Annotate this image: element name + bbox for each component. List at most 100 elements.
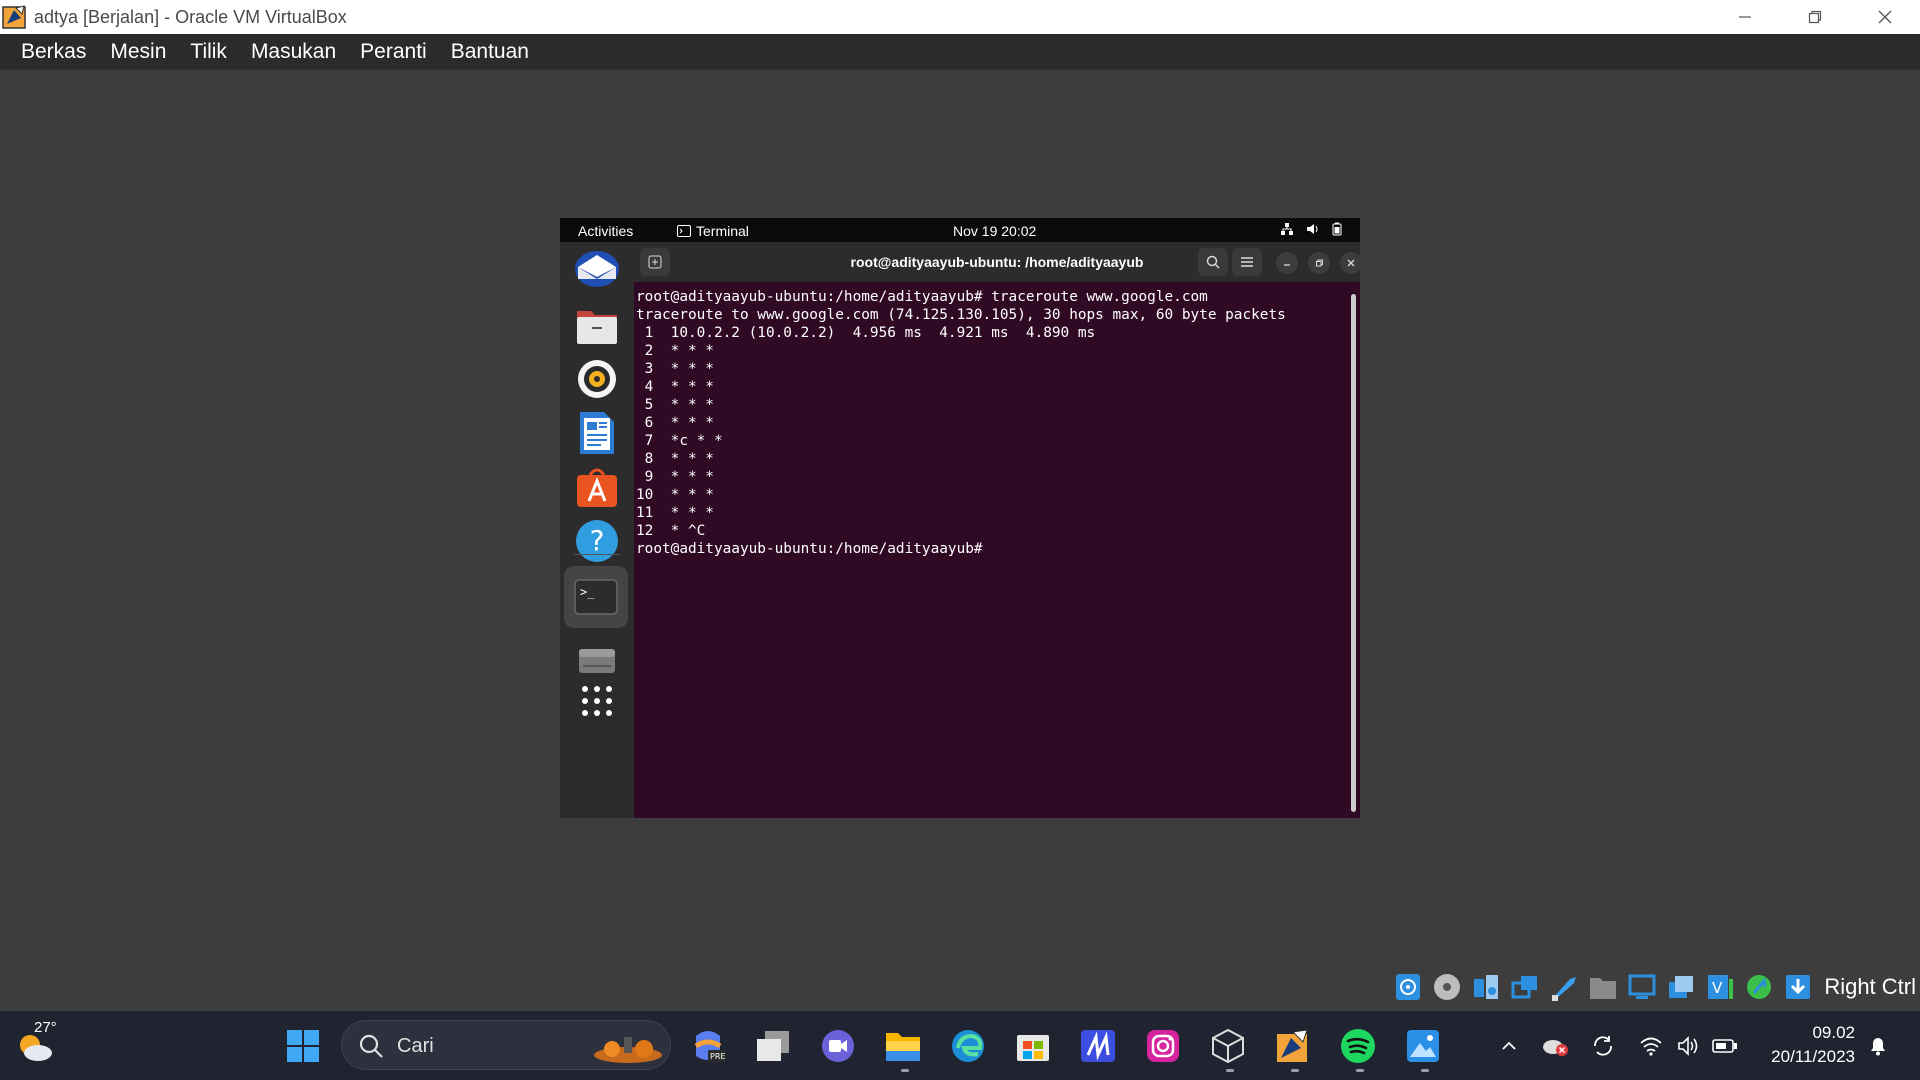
gnome-clock[interactable]: Nov 19 20:02 [953, 223, 1036, 239]
menu-bantuan[interactable]: Bantuan [439, 40, 541, 64]
start-button[interactable] [286, 1029, 320, 1063]
vm-display[interactable]: Activities Terminal Nov 19 20:02 ? >_ ro… [560, 218, 1360, 818]
recording-status[interactable] [1664, 972, 1697, 1002]
network-status[interactable] [1508, 972, 1541, 1002]
terminal-line: 8 * * * [636, 451, 714, 467]
mouse-integration-status[interactable] [1742, 972, 1775, 1002]
files-launcher[interactable] [570, 298, 624, 352]
show-hidden-icons-button[interactable] [1495, 1032, 1523, 1060]
onedrive-tray[interactable] [1541, 1032, 1569, 1060]
terminal-line: 5 * * * [636, 397, 714, 413]
search-highlight-image-icon [594, 1037, 662, 1063]
copilot-app[interactable]: PRE [687, 1025, 729, 1067]
window-controls [1710, 0, 1920, 34]
windows-logo-icon [287, 1030, 319, 1062]
microsoft-store-app[interactable] [1012, 1025, 1054, 1067]
terminal-line: traceroute to www.google.com (74.125.130… [636, 307, 1286, 323]
cube-icon [1212, 1028, 1244, 1064]
restore-button[interactable] [1780, 0, 1850, 34]
audio-icon [1473, 975, 1498, 999]
file-explorer-icon [886, 1033, 920, 1061]
download-arrow-icon [1785, 975, 1810, 999]
taskbar-clock[interactable]: 09.02 20/11/2023 [1755, 1021, 1855, 1069]
terminal-line: 9 * * * [636, 469, 714, 485]
optical-drive-status[interactable] [1430, 972, 1463, 1002]
terminal-scrollbar[interactable] [1351, 294, 1356, 812]
menu-masukan[interactable]: Masukan [239, 40, 348, 64]
menu-berkas[interactable]: Berkas [9, 40, 98, 64]
terminal-close-button[interactable] [1340, 252, 1360, 274]
volume-icon [1307, 224, 1318, 234]
bell-icon [1871, 1038, 1885, 1056]
hamburger-menu-button[interactable] [1232, 248, 1262, 276]
spotify-app[interactable] [1337, 1025, 1379, 1067]
virtualbox-taskbar-app[interactable] [1272, 1025, 1314, 1067]
search-placeholder: Cari [397, 1035, 434, 1057]
virtualbox-icon [1277, 1029, 1308, 1062]
system-menu[interactable] [1280, 222, 1342, 236]
terminal-launcher[interactable]: >_ [564, 566, 628, 628]
hard-disk-status[interactable] [1391, 972, 1424, 1002]
restore-icon [1808, 10, 1822, 24]
menu-mesin[interactable]: Mesin [98, 40, 178, 64]
spotify-icon [1341, 1029, 1375, 1063]
edge-icon [952, 1030, 984, 1062]
3d-app[interactable] [1207, 1025, 1249, 1067]
menu-tilik[interactable]: Tilik [178, 40, 239, 64]
rhythmbox-launcher[interactable] [570, 352, 624, 406]
edge-app[interactable] [947, 1025, 989, 1067]
cloud-error-icon [1543, 1040, 1568, 1056]
close-icon [1347, 259, 1355, 267]
shared-folder-status[interactable] [1586, 972, 1619, 1002]
terminal-line: root@adityaayub-ubuntu:/home/adityaayub#… [636, 289, 1208, 305]
terminal-minimize-button[interactable] [1276, 252, 1298, 274]
windows-capture-icon [1668, 976, 1693, 998]
files-icon [577, 311, 617, 344]
windows-taskbar: 27° Cari PRE 09.02 20/11/2023 [0, 1011, 1920, 1080]
window-title: adtya [Berjalan] - Oracle VM VirtualBox [34, 6, 347, 27]
battery-tray[interactable] [1711, 1032, 1739, 1060]
file-explorer-app[interactable] [882, 1025, 924, 1067]
help-launcher[interactable]: ? [570, 514, 624, 568]
show-apps-button[interactable] [570, 674, 624, 728]
thunderbird-icon [575, 251, 619, 287]
photos-app[interactable] [1402, 1025, 1444, 1067]
app-menu[interactable]: Terminal [677, 223, 749, 239]
terminal-prompt: root@adityaayub-ubuntu:/home/adityaayub# [636, 541, 992, 557]
teams-app[interactable] [817, 1025, 859, 1067]
writer-launcher[interactable] [570, 406, 624, 460]
software-launcher[interactable] [570, 460, 624, 514]
terminal-maximize-button[interactable] [1308, 252, 1330, 274]
terminal-line: 11 * * * [636, 505, 714, 521]
sync-tray[interactable] [1589, 1032, 1617, 1060]
menu-peranti[interactable]: Peranti [348, 40, 439, 64]
search-icon [359, 1034, 383, 1058]
copilot-icon: PRE [694, 1031, 726, 1062]
taskbar-search-box[interactable]: Cari [341, 1020, 671, 1070]
wifi-tray[interactable] [1637, 1032, 1665, 1060]
terminal-line: 3 * * * [636, 361, 714, 377]
usb-icon [1551, 977, 1576, 1001]
task-view-icon [757, 1031, 789, 1061]
keyboard-capture-status[interactable] [1781, 972, 1814, 1002]
terminal-small-icon [677, 225, 691, 237]
virtualization-status[interactable]: V [1703, 972, 1736, 1002]
terminal-line: 7 *c * * [636, 433, 723, 449]
task-view-button[interactable] [752, 1025, 794, 1067]
hamburger-icon [1241, 257, 1253, 267]
audio-status[interactable] [1469, 972, 1502, 1002]
volume-tray[interactable] [1675, 1032, 1703, 1060]
terminal-output[interactable]: root@adityaayub-ubuntu:/home/adityaayub#… [636, 288, 1346, 813]
close-button[interactable] [1850, 0, 1920, 34]
notification-center-button[interactable] [1864, 1032, 1892, 1060]
usb-status[interactable] [1547, 972, 1580, 1002]
instagram-app[interactable] [1142, 1025, 1184, 1067]
search-button[interactable] [1198, 248, 1228, 276]
activities-button[interactable]: Activities [578, 223, 633, 239]
minimize-button[interactable] [1710, 0, 1780, 34]
display-status[interactable] [1625, 972, 1658, 1002]
mouse-integration-icon [1746, 975, 1771, 999]
mindmap-app[interactable] [1077, 1025, 1119, 1067]
thunderbird-launcher[interactable] [570, 242, 624, 296]
host-key-label: Right Ctrl [1824, 974, 1916, 999]
